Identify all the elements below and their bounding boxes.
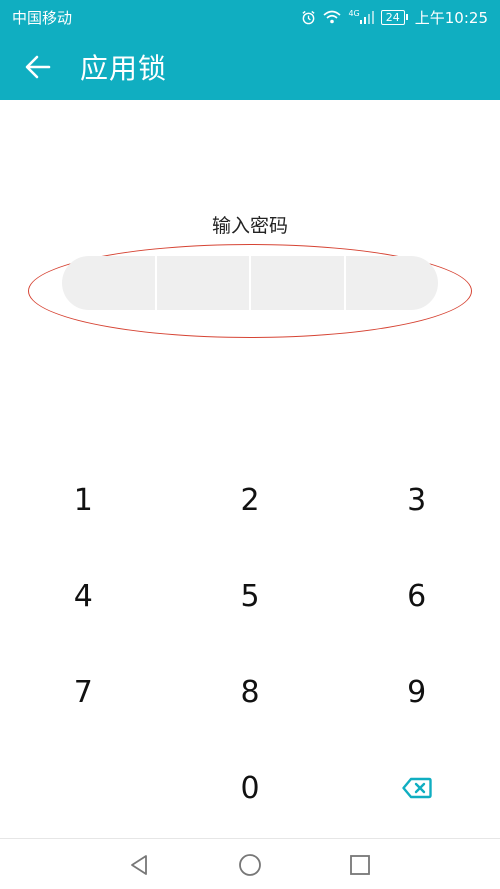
pin-slot-1[interactable] (62, 256, 155, 310)
carrier-label: 中国移动 (12, 8, 73, 27)
nav-recents-button[interactable] (346, 851, 374, 879)
battery-icon: 24 (380, 9, 408, 25)
signal-icon: 4G (348, 9, 374, 24)
key-6[interactable]: 6 (333, 548, 500, 644)
status-bar: 中国移动 4G 24 上午10:25 (0, 0, 500, 34)
pin-slot-4[interactable] (343, 256, 439, 310)
key-empty (0, 740, 167, 836)
key-1[interactable]: 1 (0, 452, 167, 548)
alarm-icon (301, 10, 316, 25)
key-8[interactable]: 8 (167, 644, 334, 740)
wifi-icon (323, 10, 341, 24)
nav-back-button[interactable] (125, 851, 153, 879)
delete-button[interactable] (333, 740, 500, 836)
key-9[interactable]: 9 (333, 644, 500, 740)
battery-level: 24 (380, 9, 405, 25)
home-circle-icon (239, 854, 261, 876)
recents-square-icon (350, 855, 370, 875)
key-5[interactable]: 5 (167, 548, 334, 644)
status-icons: 4G 24 上午10:25 (301, 7, 488, 28)
arrow-left-icon (25, 55, 51, 79)
key-3[interactable]: 3 (333, 452, 500, 548)
key-7[interactable]: 7 (0, 644, 167, 740)
keypad: 1 2 3 4 5 6 7 8 9 0 (0, 452, 500, 836)
nav-home-button[interactable] (236, 851, 264, 879)
pin-slot-2[interactable] (154, 256, 250, 310)
key-2[interactable]: 2 (167, 452, 334, 548)
key-4[interactable]: 4 (0, 548, 167, 644)
pin-prompt: 输入密码 (211, 215, 288, 237)
pin-slot-3[interactable] (249, 256, 344, 310)
back-button[interactable] (18, 47, 58, 87)
page-title: 应用锁 (80, 52, 168, 85)
time-label: 上午10:25 (414, 8, 488, 27)
app-bar: 应用锁 (0, 34, 500, 100)
back-triangle-icon (131, 855, 147, 875)
key-0[interactable]: 0 (167, 740, 334, 836)
backspace-icon (401, 777, 432, 799)
pin-input[interactable] (62, 256, 438, 310)
network-type-label: 4G (348, 9, 360, 18)
navigation-bar (0, 838, 500, 889)
